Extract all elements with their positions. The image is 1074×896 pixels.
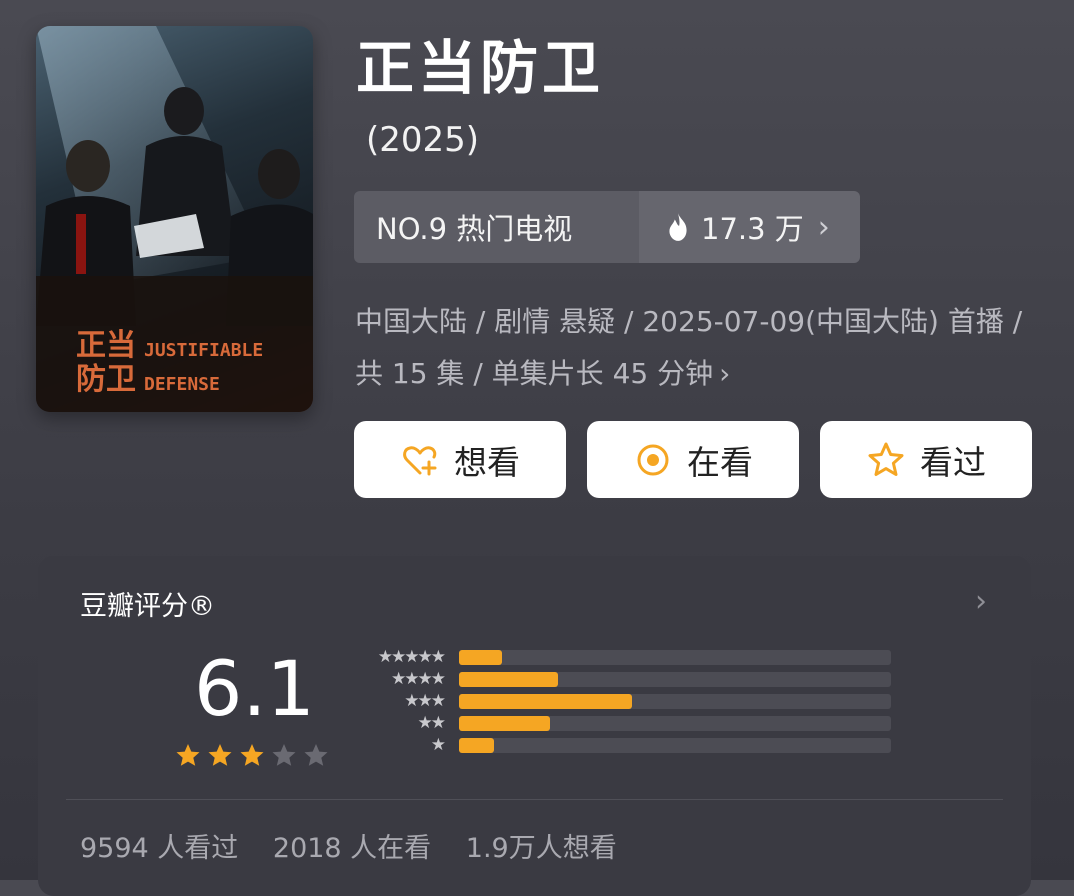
rating-stars (174, 742, 330, 770)
rating-distribution-row: ★★ (348, 712, 908, 734)
distribution-bar-track (459, 650, 891, 665)
distribution-bar-track (459, 694, 891, 709)
heart-plus-icon (403, 445, 437, 475)
rating-stats: 9594 人看过 2018 人在看 1.9万人想看 (80, 826, 643, 865)
poster-title-en: JUSTIFIABLE DEFENSE (144, 340, 264, 395)
star-outline-icon (868, 442, 904, 476)
distribution-bar-fill (459, 738, 494, 753)
distribution-bar-track (459, 738, 891, 753)
chevron-right-icon: › (817, 209, 830, 245)
want-count: 1.9万人想看 (465, 833, 617, 864)
watching-label: 在看 (687, 442, 753, 482)
chevron-right-icon[interactable]: › (975, 584, 987, 619)
distribution-bar-fill (459, 694, 632, 709)
distribution-stars-label: ★★★★★ (377, 647, 446, 667)
distribution-bar-fill (459, 716, 550, 731)
distribution-stars-label: ★★★ (404, 691, 446, 711)
chevron-right-icon: › (719, 357, 731, 390)
distribution-stars-label: ★ (430, 735, 446, 755)
target-icon (637, 444, 669, 475)
distribution-stars-label: ★★★★ (391, 669, 446, 689)
rating-title: 豆瓣评分® (80, 591, 215, 622)
rating-distribution: ★★★★★ ★★★★ ★★★ ★★ ★ (348, 646, 908, 756)
distribution-bar-track (459, 716, 891, 731)
distribution-bar-fill (459, 650, 503, 665)
douban-rating-card[interactable]: 豆瓣评分® › 6.1 ★★★★★ ★★★★ ★★★ ★★ ★ 9594 人看过 201… (38, 556, 1031, 896)
watched-button[interactable]: 看过 (820, 421, 1032, 498)
rating-distribution-row: ★ (348, 734, 908, 756)
star-filled-icon (240, 744, 264, 766)
rating-distribution-row: ★★★ (348, 690, 908, 712)
heat-indicator[interactable]: 17.3 万 › (639, 191, 860, 263)
poster-title-cn: 正当 防卫 (76, 328, 136, 397)
release-year: (2025) (366, 120, 480, 160)
rating-distribution-row: ★★★★ (348, 668, 908, 690)
want-to-watch-label: 想看 (454, 442, 520, 482)
action-buttons: 想看 在看 看过 (354, 421, 1032, 498)
star-filled-icon (176, 744, 200, 766)
ranking-badge[interactable]: NO.9 热门电视 17.3 万 › (354, 191, 860, 263)
star-filled-icon (208, 744, 232, 766)
poster-image[interactable]: 正当 防卫 JUSTIFIABLE DEFENSE (36, 26, 313, 412)
star-empty-icon (304, 744, 328, 766)
star-empty-icon (272, 744, 296, 766)
ranking-label: NO.9 热门电视 (354, 191, 639, 263)
flame-icon (669, 213, 687, 241)
rating-score: 6.1 (194, 644, 315, 733)
watching-button[interactable]: 在看 (587, 421, 799, 498)
watching-count: 2018 人在看 (272, 833, 432, 864)
watched-label: 看过 (920, 442, 986, 482)
page-title: 正当防卫 (356, 34, 605, 102)
show-info[interactable]: 中国大陆 / 剧情 悬疑 / 2025-07-09(中国大陆) 首播 / 共 1… (355, 296, 1035, 400)
distribution-bar-fill (459, 672, 559, 687)
distribution-bar-track (459, 672, 891, 687)
show-info-text: 中国大陆 / 剧情 悬疑 / 2025-07-09(中国大陆) 首播 / 共 1… (355, 305, 1023, 390)
want-to-watch-button[interactable]: 想看 (354, 421, 566, 498)
heat-value: 17.3 万 (701, 212, 804, 246)
rating-distribution-row: ★★★★★ (348, 646, 908, 668)
watched-count: 9594 人看过 (80, 833, 239, 864)
distribution-stars-label: ★★ (417, 713, 446, 733)
divider (66, 799, 1003, 800)
